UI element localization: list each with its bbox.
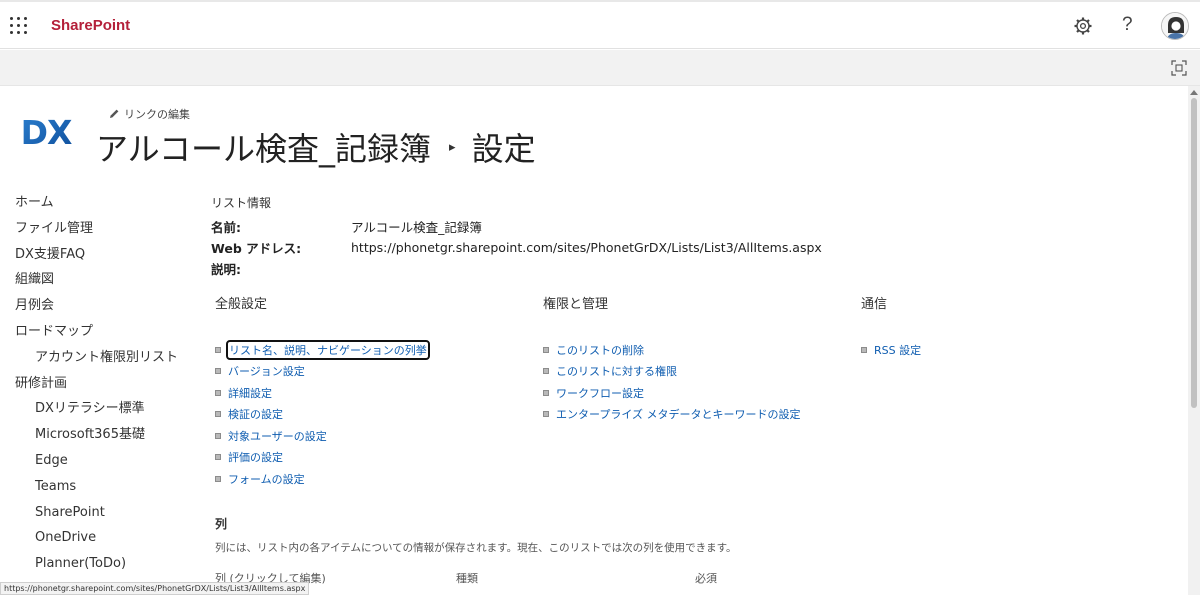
communications-group: 通信 RSS 設定 xyxy=(861,293,921,361)
nav-item-m365-basics[interactable]: Microsoft365基礎 xyxy=(15,426,185,452)
list-item: 評価の設定 xyxy=(215,447,428,469)
nav-item-org-chart[interactable]: 組織図 xyxy=(15,271,185,297)
list-item: ワークフロー設定 xyxy=(543,382,801,404)
nav-item-training-plan[interactable]: 研修計画 xyxy=(15,375,185,401)
list-item: フォームの設定 xyxy=(215,468,428,490)
list-item: RSS 設定 xyxy=(861,339,921,361)
command-bar xyxy=(0,50,1200,86)
workflow-settings-link[interactable]: ワークフロー設定 xyxy=(556,385,644,401)
list-item: このリストに対する権限 xyxy=(543,361,801,383)
column-type-header: 種類 xyxy=(456,572,478,585)
nav-item-roadmap[interactable]: ロードマップ xyxy=(15,323,185,349)
list-item: バージョン設定 xyxy=(215,361,428,383)
permissions-group: 権限と管理 このリストの削除 このリストに対する権限 ワークフロー設定 エンター… xyxy=(543,293,801,425)
bullet-icon xyxy=(215,475,221,482)
web-address-label: Web アドレス: xyxy=(211,241,302,256)
info-row-name: 名前: アルコール検査_記録簿 xyxy=(211,216,822,237)
help-icon[interactable]: ? xyxy=(1122,14,1133,36)
columns-description: 列には、リスト内の各アイテムについての情報が保存されます。現在、このリストでは次… xyxy=(215,542,737,554)
nav-item-teams[interactable]: Teams xyxy=(15,478,185,504)
bullet-icon xyxy=(543,411,549,418)
list-title-link[interactable]: アルコール検査_記録簿 xyxy=(96,124,431,170)
nav-item-planner[interactable]: Planner(ToDo) xyxy=(15,555,185,581)
list-name-description-navigation-link[interactable]: リスト名、説明、ナビゲーションの列挙 xyxy=(226,339,430,360)
svg-text:DX: DX xyxy=(21,116,72,148)
brand-link[interactable]: SharePoint xyxy=(51,17,130,34)
name-value: アルコール検査_記録簿 xyxy=(351,220,482,235)
status-bar-url: https://phonetgr.sharepoint.com/sites/Ph… xyxy=(0,582,310,595)
general-settings-heading: 全般設定 xyxy=(215,297,268,312)
bullet-icon xyxy=(215,368,221,375)
nav-item-edge[interactable]: Edge xyxy=(15,452,185,478)
app-launcher-icon[interactable] xyxy=(10,17,28,35)
list-item: リスト名、説明、ナビゲーションの列挙 xyxy=(215,339,430,361)
edit-links-label: リンクの編集 xyxy=(124,108,190,121)
bullet-icon xyxy=(215,454,221,461)
columns-heading: 列 xyxy=(215,517,228,531)
list-info-table: 名前: アルコール検査_記録簿 Web アドレス: https://phonet… xyxy=(211,216,822,279)
scroll-up-arrow-icon[interactable] xyxy=(1190,90,1198,95)
avatar-icon[interactable] xyxy=(1161,12,1189,40)
bullet-icon xyxy=(215,346,221,353)
pencil-icon xyxy=(110,109,119,118)
gear-icon[interactable] xyxy=(1073,16,1093,36)
nav-item-sharepoint[interactable]: SharePoint xyxy=(15,504,185,530)
vertical-scrollbar[interactable] xyxy=(1188,86,1200,595)
bullet-icon xyxy=(215,432,221,439)
info-row-web-address: Web アドレス: https://phonetgr.sharepoint.co… xyxy=(211,237,822,258)
page-name: 設定 xyxy=(471,130,536,168)
nav-item-file-management[interactable]: ファイル管理 xyxy=(15,220,185,246)
site-logo[interactable]: DX xyxy=(17,116,75,148)
bullet-icon xyxy=(861,346,867,353)
list-item: このリストの削除 xyxy=(543,339,801,361)
bullet-icon xyxy=(543,389,549,396)
nav-item-onedrive[interactable]: OneDrive xyxy=(15,529,185,555)
bullet-icon xyxy=(543,346,549,353)
nav-item-account-permissions[interactable]: アカウント権限別リスト xyxy=(15,349,185,375)
advanced-settings-link[interactable]: 詳細設定 xyxy=(228,385,272,401)
general-settings-group: 全般設定 リスト名、説明、ナビゲーションの列挙 バージョン設定 詳細設定 検証の… xyxy=(215,293,430,490)
column-required-header: 必須 xyxy=(695,572,717,585)
list-item: 検証の設定 xyxy=(215,404,428,426)
breadcrumb-separator-icon: ▸ xyxy=(449,139,456,155)
list-item: 詳細設定 xyxy=(215,382,428,404)
list-item: 対象ユーザーの設定 xyxy=(215,425,428,447)
info-row-description: 説明: xyxy=(211,258,822,279)
nav-item-home[interactable]: ホーム xyxy=(15,194,185,220)
bullet-icon xyxy=(215,411,221,418)
validation-settings-link[interactable]: 検証の設定 xyxy=(228,406,283,422)
web-address-value: https://phonetgr.sharepoint.com/sites/Ph… xyxy=(351,240,822,255)
communications-heading: 通信 xyxy=(861,297,888,312)
scrollbar-thumb[interactable] xyxy=(1191,98,1197,408)
nav-item-dx-faq[interactable]: DX支援FAQ xyxy=(15,246,185,272)
suite-bar: SharePoint ? xyxy=(0,0,1200,49)
delete-list-link[interactable]: このリストの削除 xyxy=(556,342,644,358)
bullet-icon xyxy=(215,389,221,396)
rss-settings-link[interactable]: RSS 設定 xyxy=(874,342,921,358)
metadata-keywords-link[interactable]: エンタープライズ メタデータとキーワードの設定 xyxy=(556,406,801,422)
list-permissions-link[interactable]: このリストに対する権限 xyxy=(556,363,677,379)
description-label: 説明: xyxy=(211,262,241,277)
list-info-heading: リスト情報 xyxy=(211,196,272,210)
edit-links-button[interactable]: リンクの編集 xyxy=(108,106,190,122)
name-label: 名前: xyxy=(211,220,241,235)
list-item: エンタープライズ メタデータとキーワードの設定 xyxy=(543,404,801,426)
versioning-settings-link[interactable]: バージョン設定 xyxy=(228,363,305,379)
rating-settings-link[interactable]: 評価の設定 xyxy=(228,449,283,465)
bullet-icon xyxy=(543,368,549,375)
nav-item-dx-literacy[interactable]: DXリテラシー標準 xyxy=(15,400,185,426)
audience-targeting-link[interactable]: 対象ユーザーの設定 xyxy=(228,428,327,444)
left-navigation: ホーム ファイル管理 DX支援FAQ 組織図 月例会 ロードマップ アカウント権… xyxy=(15,194,185,581)
page-title: アルコール検査_記録簿 ▸ 設定 xyxy=(96,124,536,170)
permissions-heading: 権限と管理 xyxy=(543,297,609,312)
focus-mode-icon[interactable] xyxy=(1171,60,1187,76)
nav-item-monthly-meeting[interactable]: 月例会 xyxy=(15,297,185,323)
form-settings-link[interactable]: フォームの設定 xyxy=(228,471,305,487)
